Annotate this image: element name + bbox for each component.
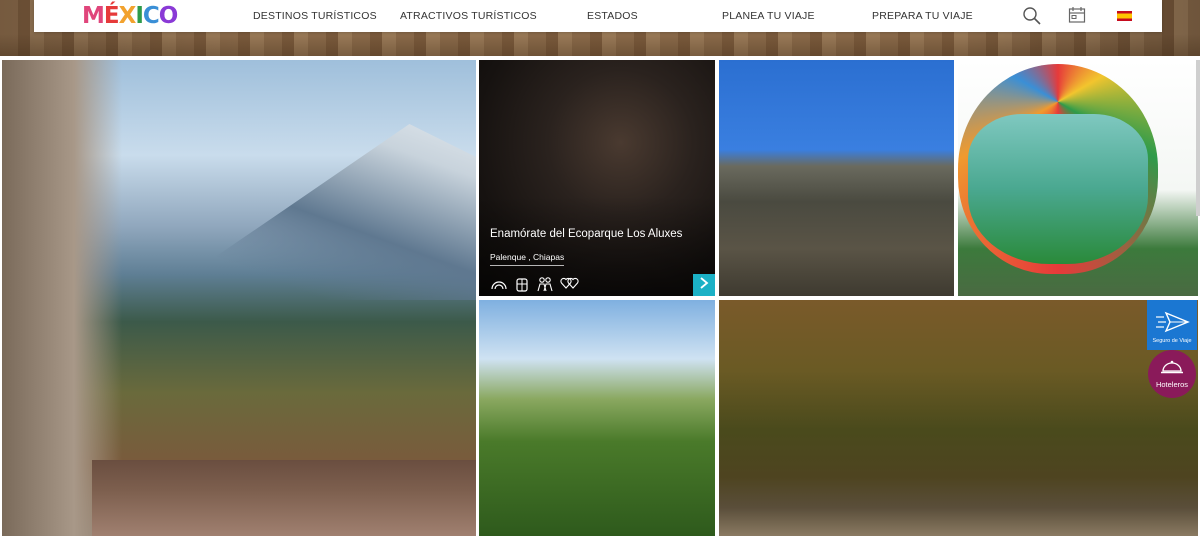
tile-ruins-volcano[interactable]	[2, 60, 476, 536]
calendar-icon[interactable]	[1068, 6, 1086, 29]
spain-flag-icon[interactable]	[1117, 11, 1132, 21]
balloon-image	[958, 64, 1158, 274]
logo-letter: M	[82, 3, 105, 29]
hoteleros-button[interactable]: Hoteleros	[1148, 350, 1196, 398]
nav-planea-tu-viaje[interactable]: PLANEA TU VIAJE	[722, 10, 815, 22]
hotel-bell-icon	[1160, 359, 1184, 380]
chevron-right-icon	[699, 276, 709, 294]
tile-activity-icons	[490, 276, 580, 292]
backpack-icon	[514, 276, 530, 292]
logo-letter: O	[158, 3, 179, 29]
tile-hot-air-balloon[interactable]	[958, 60, 1198, 296]
tile-lake-canyon[interactable]	[719, 300, 1198, 536]
scrollbar[interactable]	[1196, 60, 1200, 216]
nav-prepara-tu-viaje[interactable]: PREPARA TU VIAJE	[872, 10, 973, 22]
nav-atractivos-turisticos[interactable]: ATRACTIVOS TURÍSTICOS	[400, 10, 537, 22]
rainbow-icon	[490, 276, 508, 292]
mexico-logo[interactable]: M É X I C O	[82, 3, 179, 29]
seguro-label: Seguro de Viaje	[1152, 338, 1192, 344]
nav-destinos-turisticos[interactable]: DESTINOS TURÍSTICOS	[253, 10, 377, 22]
ruin-wall-image	[92, 460, 476, 536]
tile-location: Palenque , Chiapas	[490, 252, 565, 266]
seguro-de-viaje-button[interactable]: Seguro de Viaje	[1147, 300, 1197, 350]
nav-estados[interactable]: ESTADOS	[587, 10, 638, 22]
hearts-icon	[560, 276, 580, 292]
paper-plane-icon	[1154, 311, 1190, 338]
search-icon[interactable]	[1022, 6, 1042, 31]
logo-letter: C	[142, 3, 160, 29]
tile-next-button[interactable]	[693, 274, 715, 296]
logo-letter: É	[103, 3, 120, 29]
mountain-image	[152, 124, 476, 300]
top-navbar: M É X I C O DESTINOS TURÍSTICOS ATRACTIV…	[34, 0, 1162, 32]
family-icon	[536, 276, 554, 292]
logo-letter: X	[118, 3, 137, 29]
tile-ecoparque-los-aluxes[interactable]: Enamórate del Ecoparque Los Aluxes Palen…	[479, 60, 715, 296]
tile-rocky-hill[interactable]	[719, 60, 954, 296]
hoteleros-label: Hoteleros	[1155, 380, 1189, 389]
logo-letter: I	[135, 3, 144, 29]
tile-green-mountains[interactable]	[479, 300, 715, 536]
tile-title: Enamórate del Ecoparque Los Aluxes	[490, 228, 683, 240]
